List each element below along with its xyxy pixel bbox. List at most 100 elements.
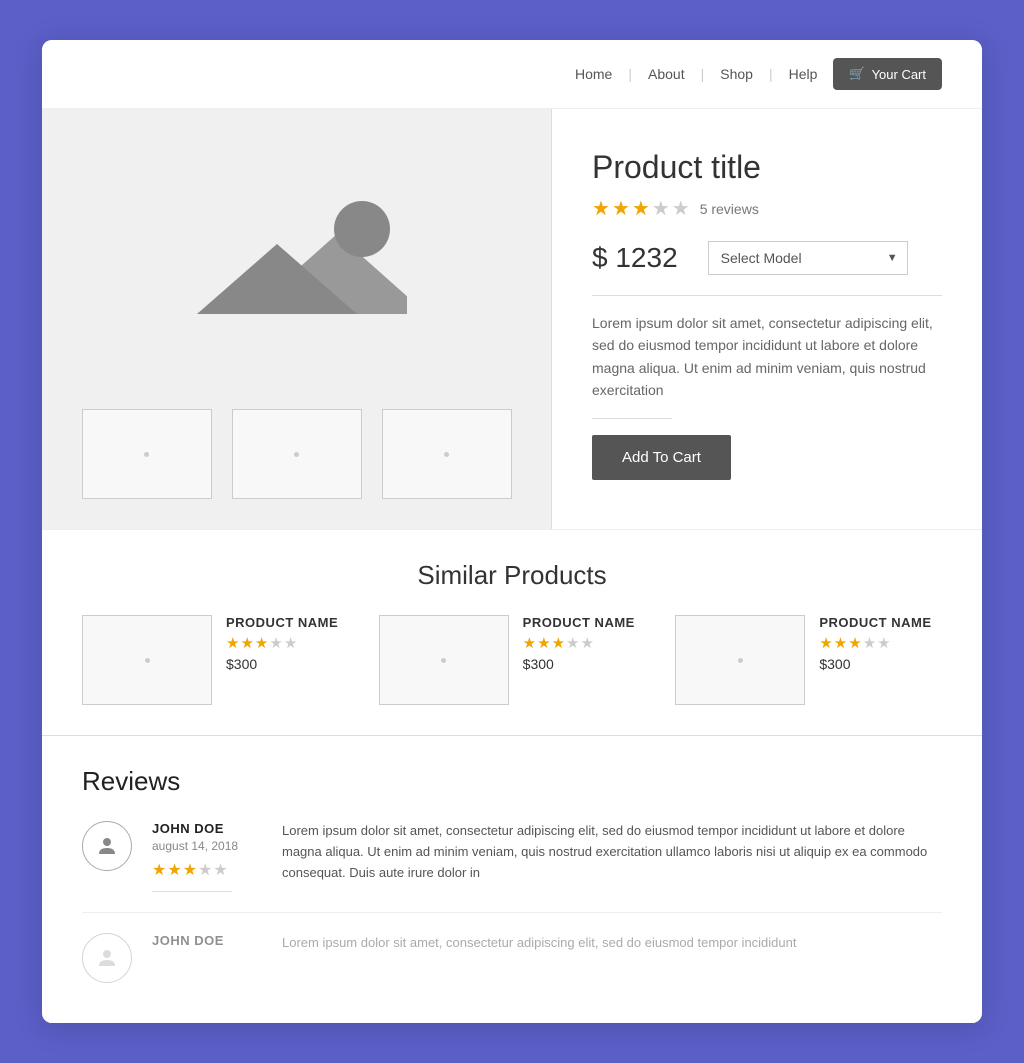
model-select-wrapper: Select Model Model A Model B bbox=[708, 241, 908, 275]
cart-label: Your Cart bbox=[872, 67, 926, 82]
reviewer-avatar-2 bbox=[82, 933, 132, 983]
nav-about[interactable]: About bbox=[648, 66, 685, 82]
star-3: ★ bbox=[632, 196, 650, 221]
similar-price-3: $300 bbox=[819, 656, 931, 672]
nav-help[interactable]: Help bbox=[789, 66, 818, 82]
nav-home[interactable]: Home bbox=[575, 66, 612, 82]
similar-dot-1 bbox=[145, 658, 150, 663]
ss2-3: ★ bbox=[552, 634, 565, 652]
star-2: ★ bbox=[612, 196, 630, 221]
navbar: Home | About | Shop | Help 🛒 Your Cart bbox=[42, 40, 982, 109]
ss3-1: ★ bbox=[819, 634, 832, 652]
ss1-3: ★ bbox=[255, 634, 268, 652]
similar-image-3 bbox=[675, 615, 805, 705]
ss1-1: ★ bbox=[226, 634, 239, 652]
product-stars: ★ ★ ★ ★ ★ bbox=[592, 196, 690, 221]
similar-dot-3 bbox=[738, 658, 743, 663]
similar-info-1: PRODUCT NAME ★ ★ ★ ★ ★ $300 bbox=[226, 615, 338, 672]
similar-title: Similar Products bbox=[82, 560, 942, 591]
reviewer-name-2: JOHN DOE bbox=[152, 933, 262, 948]
short-divider bbox=[592, 418, 672, 419]
similar-name-3: PRODUCT NAME bbox=[819, 615, 931, 630]
ss2-4: ★ bbox=[566, 634, 579, 652]
similar-stars-1: ★ ★ ★ ★ ★ bbox=[226, 634, 338, 652]
reviewer-name-1: JOHN DOE bbox=[152, 821, 262, 836]
similar-image-1 bbox=[82, 615, 212, 705]
star-4: ★ bbox=[652, 196, 670, 221]
review-item-1: JOHN DOE august 14, 2018 ★ ★ ★ ★ ★ Lorem… bbox=[82, 821, 942, 913]
product-details: Product title ★ ★ ★ ★ ★ 5 reviews $ 1232… bbox=[552, 109, 982, 529]
reviewer-info-1: JOHN DOE august 14, 2018 ★ ★ ★ ★ ★ bbox=[152, 821, 262, 892]
main-product-image bbox=[62, 129, 531, 399]
similar-dot-2 bbox=[441, 658, 446, 663]
ss3-2: ★ bbox=[834, 634, 847, 652]
nav-sep-1: | bbox=[628, 66, 632, 82]
thumb-dot-1 bbox=[144, 452, 149, 457]
ss3-5: ★ bbox=[877, 634, 890, 652]
ss1-4: ★ bbox=[269, 634, 282, 652]
star-1: ★ bbox=[592, 196, 610, 221]
review-item-2: JOHN DOE Lorem ipsum dolor sit amet, con… bbox=[82, 933, 942, 983]
similar-stars-2: ★ ★ ★ ★ ★ bbox=[523, 634, 635, 652]
review-text-2: Lorem ipsum dolor sit amet, consectetur … bbox=[282, 933, 942, 972]
ss1-2: ★ bbox=[240, 634, 253, 652]
similar-products-grid: PRODUCT NAME ★ ★ ★ ★ ★ $300 PRODUCT bbox=[82, 615, 942, 705]
similar-product-1[interactable]: PRODUCT NAME ★ ★ ★ ★ ★ $300 bbox=[82, 615, 349, 705]
reviewer-avatar-1 bbox=[82, 821, 132, 871]
review-count: 5 reviews bbox=[700, 201, 759, 217]
rating-row: ★ ★ ★ ★ ★ 5 reviews bbox=[592, 196, 942, 221]
product-price: $ 1232 bbox=[592, 242, 678, 274]
ss2-2: ★ bbox=[537, 634, 550, 652]
product-title: Product title bbox=[592, 149, 942, 186]
reviewer-info-2: JOHN DOE bbox=[152, 933, 262, 983]
product-placeholder-icon bbox=[187, 184, 407, 344]
thumbnail-3[interactable] bbox=[382, 409, 512, 499]
ss3-3: ★ bbox=[848, 634, 861, 652]
review-text-1: Lorem ipsum dolor sit amet, consectetur … bbox=[282, 821, 942, 892]
reviewer-date-1: august 14, 2018 bbox=[152, 839, 262, 853]
price-divider bbox=[592, 295, 942, 296]
rs1-3: ★ bbox=[183, 860, 197, 880]
rs1-2: ★ bbox=[167, 860, 181, 880]
rs1-5: ★ bbox=[213, 860, 227, 880]
similar-info-3: PRODUCT NAME ★ ★ ★ ★ ★ $300 bbox=[819, 615, 931, 672]
review-divider-1 bbox=[152, 891, 232, 892]
similar-info-2: PRODUCT NAME ★ ★ ★ ★ ★ $300 bbox=[523, 615, 635, 672]
ss2-1: ★ bbox=[523, 634, 536, 652]
model-select[interactable]: Select Model Model A Model B bbox=[708, 241, 908, 275]
similar-price-1: $300 bbox=[226, 656, 338, 672]
similar-image-2 bbox=[379, 615, 509, 705]
thumb-dot-3 bbox=[444, 452, 449, 457]
rs1-4: ★ bbox=[198, 860, 212, 880]
cart-button[interactable]: 🛒 Your Cart bbox=[833, 58, 942, 90]
similar-product-2[interactable]: PRODUCT NAME ★ ★ ★ ★ ★ $300 bbox=[379, 615, 646, 705]
similar-product-3[interactable]: PRODUCT NAME ★ ★ ★ ★ ★ $300 bbox=[675, 615, 942, 705]
thumb-dot-2 bbox=[294, 452, 299, 457]
ss2-5: ★ bbox=[580, 634, 593, 652]
ss3-4: ★ bbox=[863, 634, 876, 652]
thumbnail-row bbox=[82, 409, 512, 509]
nav-sep-3: | bbox=[769, 66, 773, 82]
nav-sep-2: | bbox=[701, 66, 705, 82]
add-to-cart-button[interactable]: Add To Cart bbox=[592, 435, 731, 480]
star-5: ★ bbox=[672, 196, 690, 221]
reviews-title: Reviews bbox=[82, 766, 942, 797]
nav-shop[interactable]: Shop bbox=[720, 66, 753, 82]
product-section: Product title ★ ★ ★ ★ ★ 5 reviews $ 1232… bbox=[42, 109, 982, 529]
similar-name-1: PRODUCT NAME bbox=[226, 615, 338, 630]
similar-section: Similar Products PRODUCT NAME ★ ★ ★ ★ ★ … bbox=[42, 529, 982, 735]
page-container: Home | About | Shop | Help 🛒 Your Cart bbox=[42, 40, 982, 1023]
thumbnail-2[interactable] bbox=[232, 409, 362, 499]
similar-name-2: PRODUCT NAME bbox=[523, 615, 635, 630]
person-icon-1 bbox=[95, 834, 119, 858]
product-image-area bbox=[42, 109, 552, 529]
similar-price-2: $300 bbox=[523, 656, 635, 672]
price-model-row: $ 1232 Select Model Model A Model B bbox=[592, 241, 942, 275]
cart-icon: 🛒 bbox=[849, 66, 865, 82]
rs1-1: ★ bbox=[152, 860, 166, 880]
reviews-section: Reviews JOHN DOE august 14, 2018 ★ ★ ★ ★… bbox=[42, 735, 982, 1023]
ss1-5: ★ bbox=[284, 634, 297, 652]
product-description: Lorem ipsum dolor sit amet, consectetur … bbox=[592, 312, 942, 402]
thumbnail-1[interactable] bbox=[82, 409, 212, 499]
similar-stars-3: ★ ★ ★ ★ ★ bbox=[819, 634, 931, 652]
